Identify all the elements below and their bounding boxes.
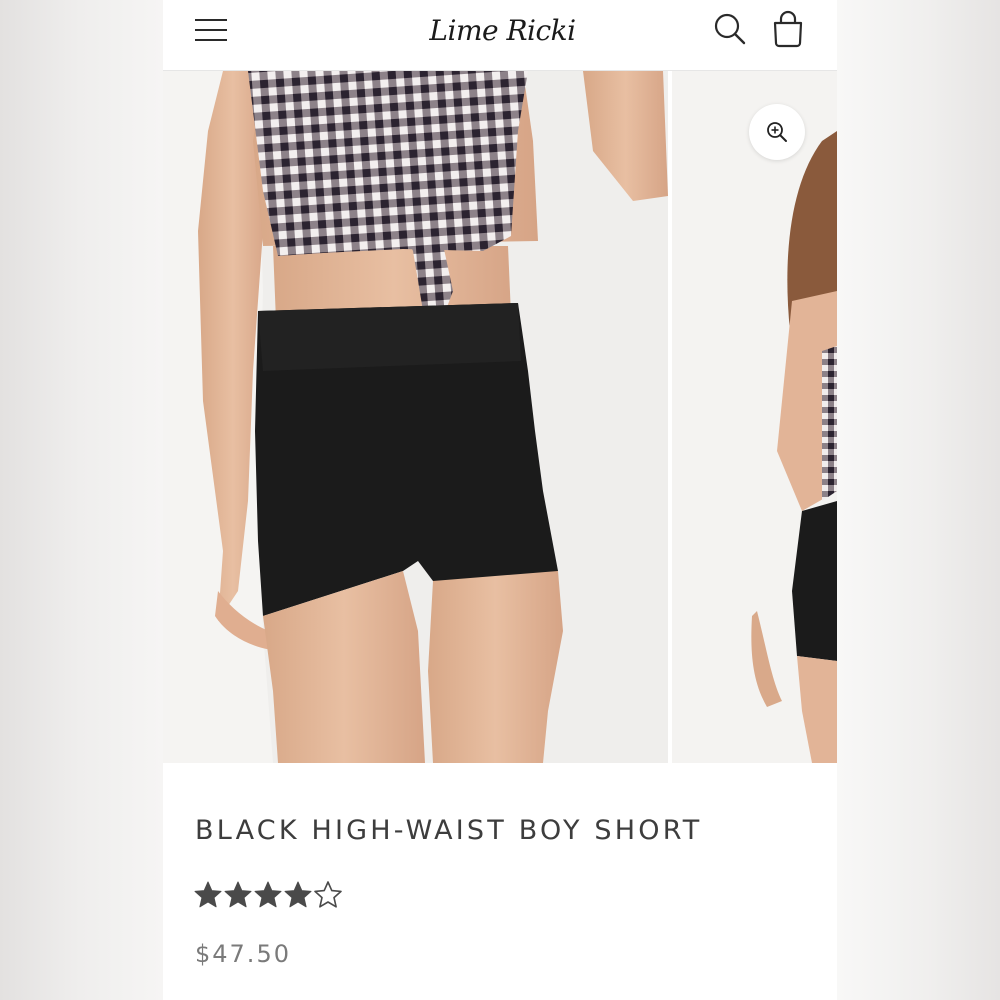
star-empty-icon[interactable]	[313, 880, 343, 910]
zoom-in-button[interactable]	[749, 104, 805, 160]
star-filled-icon[interactable]	[283, 880, 313, 910]
product-gallery[interactable]	[163, 71, 837, 763]
search-icon[interactable]	[713, 12, 747, 46]
hamburger-menu-icon[interactable]	[193, 16, 231, 44]
product-info: BLACK HIGH-WAIST BOY SHORT $47.50	[163, 763, 837, 1000]
brand-logo[interactable]: Lime Ricki	[415, 10, 590, 52]
product-rating[interactable]	[193, 880, 343, 912]
star-filled-icon[interactable]	[223, 880, 253, 910]
product-page: Lime Ricki BLACK HIGH-WAIST BOY SHORT $4…	[163, 0, 837, 1000]
zoom-in-icon	[767, 122, 787, 142]
star-filled-icon[interactable]	[253, 880, 283, 910]
product-photo-next[interactable]	[672, 71, 837, 763]
product-price: $47.50	[195, 940, 291, 968]
background-right	[837, 0, 1000, 1000]
site-header: Lime Ricki	[163, 0, 837, 71]
shopping-bag-icon[interactable]	[770, 10, 806, 48]
star-filled-icon[interactable]	[193, 880, 223, 910]
product-title: BLACK HIGH-WAIST BOY SHORT	[195, 815, 703, 846]
product-photo-main[interactable]	[163, 71, 668, 763]
